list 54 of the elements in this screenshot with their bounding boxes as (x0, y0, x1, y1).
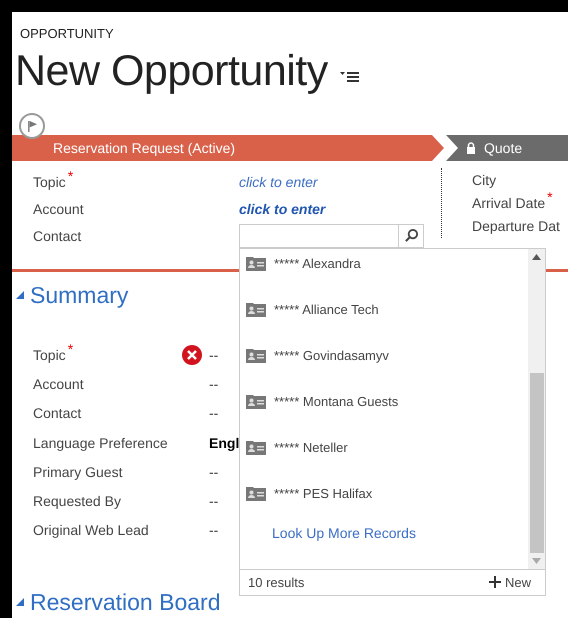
contact-card-icon (246, 302, 266, 316)
lookup-result[interactable]: ***** Montana Guests (240, 392, 398, 412)
field-label: Account (32, 200, 85, 216)
scroll-thumb[interactable] (530, 372, 544, 552)
result-count: 10 results (248, 574, 304, 590)
process-stage[interactable]: Reservation Request (Active) (12, 135, 444, 161)
field-label: Primary Guest (32, 464, 124, 480)
entity-label: OPPORTUNITY (19, 25, 115, 41)
lock-icon (466, 142, 476, 154)
field-value: -- (209, 346, 218, 363)
expand-caret-icon[interactable] (16, 598, 24, 606)
field-label: Language Preference (32, 434, 169, 451)
flag-icon[interactable] (19, 113, 45, 139)
field-label: Contact (32, 228, 82, 244)
contact-card-icon (246, 486, 266, 500)
field-value: Engl (209, 434, 240, 451)
field-label: Departure Dat (472, 218, 560, 234)
menu-icon[interactable] (340, 70, 360, 84)
lookup-result[interactable]: ***** Neteller (240, 438, 348, 458)
field-value: -- (209, 522, 218, 538)
scrollbar[interactable] (528, 248, 545, 568)
new-button[interactable]: New (488, 574, 531, 590)
click-to-enter-link[interactable]: click to enter (239, 174, 318, 190)
scroll-down-icon (532, 558, 541, 564)
field-label: Contact (32, 405, 82, 422)
look-up-more-link[interactable]: Look Up More Records (272, 524, 416, 540)
field-value: -- (209, 376, 218, 392)
field-label: Original Web Lead (32, 522, 150, 538)
contact-card-icon (246, 256, 266, 270)
lookup-result[interactable]: ***** Alliance Tech (240, 300, 379, 320)
field-label: City (472, 172, 496, 188)
field-value: -- (209, 464, 218, 480)
field-label: Account (32, 376, 85, 392)
required-mark: * (68, 340, 74, 357)
scroll-up-icon (532, 254, 541, 260)
plus-icon (488, 576, 501, 588)
section-title[interactable]: Summary (30, 282, 128, 308)
expand-caret-icon[interactable] (16, 291, 24, 299)
page-title: New Opportunity (15, 46, 328, 96)
field-value: -- (209, 405, 218, 422)
click-to-enter-link[interactable]: click to enter (239, 200, 326, 216)
search-icon (404, 228, 418, 243)
contact-card-icon (246, 348, 266, 362)
lookup-result[interactable]: ***** Alexandra (240, 254, 361, 274)
required-mark: * (68, 168, 74, 184)
section-title[interactable]: Reservation Board (30, 588, 220, 616)
process-stage[interactable]: Quote (446, 135, 568, 161)
lookup-result[interactable]: ***** Govindasamyv (240, 346, 389, 366)
field-value: -- (209, 493, 218, 510)
lookup-result[interactable]: ***** PES Halifax (240, 484, 372, 504)
required-mark: * (547, 189, 553, 206)
contact-card-icon (246, 394, 266, 408)
field-label: Requested By (32, 493, 122, 510)
contact-card-icon (246, 440, 266, 454)
